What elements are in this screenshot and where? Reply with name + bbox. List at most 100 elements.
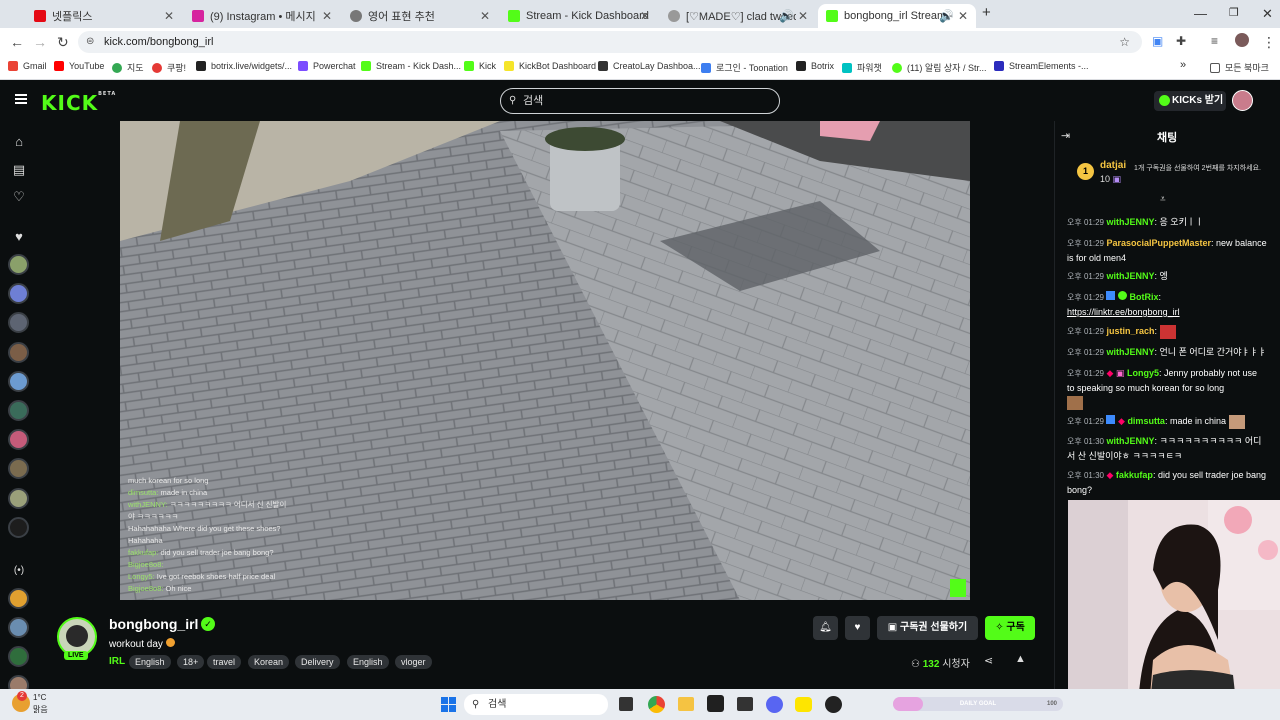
chrome-icon[interactable] xyxy=(648,696,665,713)
stream-tag[interactable]: Delivery xyxy=(295,655,340,669)
expand-leaderboard-icon[interactable]: ⩡ xyxy=(1160,194,1166,205)
discord-icon[interactable] xyxy=(766,696,783,713)
file-explorer-icon[interactable] xyxy=(678,697,694,711)
followed-channel-avatar[interactable] xyxy=(8,283,29,304)
obs-icon[interactable] xyxy=(825,696,842,713)
close-icon[interactable]: ✕ xyxy=(164,9,174,23)
gift-sub-button[interactable]: ▣ 구독권 선물하기 xyxy=(877,616,978,640)
stream-category[interactable]: IRL xyxy=(109,656,125,667)
browser-tab-kick-dashboard[interactable]: Stream - Kick Dashboard ✕ xyxy=(500,4,658,28)
recommended-channel-avatar[interactable] xyxy=(8,588,29,609)
followed-channel-avatar[interactable] xyxy=(8,517,29,538)
home-icon[interactable]: ⌂ xyxy=(9,134,29,149)
notification-bell-button[interactable]: 🔔︎ xyxy=(813,616,838,640)
collapse-chat-icon[interactable]: ⇥ xyxy=(1061,129,1070,142)
bookmark-kickbot[interactable]: KickBot Dashboard xyxy=(504,61,596,71)
close-window-icon[interactable]: ✕ xyxy=(1262,6,1273,22)
followed-channel-avatar[interactable] xyxy=(8,342,29,363)
subscribe-button[interactable]: ✧ 구독 xyxy=(985,616,1035,640)
followed-channel-avatar[interactable] xyxy=(8,458,29,479)
reload-icon[interactable]: ↻ xyxy=(57,34,69,51)
followed-channel-avatar[interactable] xyxy=(8,400,29,421)
new-tab-button[interactable]: + xyxy=(982,4,991,21)
windows-start-icon[interactable] xyxy=(441,697,456,712)
bookmark-creatolay[interactable]: CreatoLay Dashboa... xyxy=(598,61,701,71)
overlay-chat-line: Hahahaha xyxy=(128,536,163,545)
search-input[interactable]: ⚲ 검색 xyxy=(500,88,780,114)
followed-channel-avatar[interactable] xyxy=(8,429,29,450)
followed-channel-avatar[interactable] xyxy=(8,254,29,275)
forward-icon[interactable]: → xyxy=(33,34,47,50)
chat-link[interactable]: https://linktr.ee/bongbong_irl xyxy=(1067,307,1180,317)
bookmark-alertbox[interactable]: (11) 알림 상자 / Str... xyxy=(892,61,986,74)
taskbar-search-input[interactable]: ⚲ 검색 xyxy=(464,694,608,715)
task-view-icon[interactable] xyxy=(619,697,633,711)
recommended-channel-avatar[interactable] xyxy=(8,646,29,667)
bookmark-gmail[interactable]: Gmail xyxy=(8,61,47,71)
bookmark-streamelements[interactable]: StreamElements -... xyxy=(994,61,1089,71)
recommended-channel-avatar[interactable] xyxy=(8,617,29,638)
extensions-icon[interactable]: ✚ xyxy=(1176,34,1186,48)
stream-tag[interactable]: 18+ xyxy=(177,655,205,669)
bookmark-powerchat-kr[interactable]: 파워챗 xyxy=(842,61,882,74)
browser-tab-shop[interactable]: [♡MADE♡] clad tweed low sl 🔊 ✕ xyxy=(660,4,816,28)
share-icon[interactable]: ⋖ xyxy=(984,654,993,667)
kicks-button[interactable]: KICKs 받기 xyxy=(1154,91,1226,111)
kick-logo[interactable]: KICKBETA xyxy=(41,91,116,115)
bookmark-youtube[interactable]: YouTube xyxy=(54,61,104,71)
followed-channel-avatar[interactable] xyxy=(8,312,29,333)
close-icon[interactable]: ✕ xyxy=(798,9,808,23)
close-icon[interactable]: ✕ xyxy=(480,9,490,23)
channel-name[interactable]: bongbong_irl xyxy=(109,616,198,632)
terminal-app-icon[interactable] xyxy=(707,695,724,712)
speaker-icon[interactable]: 🔊 xyxy=(939,9,954,23)
bookmark-powerchat[interactable]: Powerchat xyxy=(298,61,356,71)
gift-icon: ▣ xyxy=(887,622,898,633)
leader-username[interactable]: datjai xyxy=(1100,160,1126,171)
bookmark-botrix[interactable]: Botrix xyxy=(796,61,834,71)
hamburger-menu-icon[interactable] xyxy=(15,94,27,104)
bookmark-maps[interactable]: 지도 xyxy=(112,61,144,74)
bookmark-kick[interactable]: Kick xyxy=(464,61,496,71)
stream-tag[interactable]: Korean xyxy=(248,655,290,669)
all-bookmarks-button[interactable]: 모든 북마크 xyxy=(1210,61,1269,74)
stream-tag[interactable]: travel xyxy=(207,655,242,669)
browser-tab-netflix[interactable]: 넷플릭스 ✕ xyxy=(26,4,182,28)
browser-tab-bongbong[interactable]: bongbong_irl Stream - Wa 🔊 ✕ xyxy=(818,4,976,28)
stream-tag[interactable]: English xyxy=(129,655,171,669)
close-icon[interactable]: ✕ xyxy=(640,9,650,23)
bookmark-toonation[interactable]: 로그인 - Toonation xyxy=(701,61,788,74)
media-icon[interactable]: ≡ xyxy=(1211,34,1218,48)
browser-tab-instagram[interactable]: (9) Instagram • 메시지 ✕ xyxy=(184,4,340,28)
bookmark-kick-dashboard[interactable]: Stream - Kick Dash... xyxy=(361,61,461,71)
console-icon[interactable] xyxy=(737,697,753,711)
url-input[interactable]: ⊜ kick.com/bongbong_irl ☆ xyxy=(78,31,1142,53)
bookmark-star-icon[interactable]: ☆ xyxy=(1119,31,1130,53)
followed-channel-avatar[interactable] xyxy=(8,488,29,509)
followed-channel-avatar[interactable] xyxy=(8,371,29,392)
bookmark-coupang[interactable]: 쿠팡! xyxy=(152,61,186,74)
stream-info-panel xyxy=(38,600,1054,689)
browser-tab-english[interactable]: 영어 표현 추천 ✕ xyxy=(342,4,498,28)
close-icon[interactable]: ✕ xyxy=(958,9,968,23)
bookmarks-overflow-button[interactable]: » xyxy=(1180,59,1186,71)
bookmark-botrix-widgets[interactable]: botrix.live/widgets/... xyxy=(196,61,292,71)
site-info-icon[interactable]: ⊜ xyxy=(86,31,94,53)
profile-avatar[interactable] xyxy=(1235,33,1249,47)
restore-icon[interactable]: ❐ xyxy=(1229,6,1239,19)
report-icon[interactable]: ▲ xyxy=(1015,653,1026,665)
close-icon[interactable]: ✕ xyxy=(322,9,332,23)
speaker-icon[interactable]: 🔊 xyxy=(779,9,794,23)
kakaotalk-icon[interactable] xyxy=(795,697,812,712)
cast-icon[interactable]: ▣ xyxy=(1152,34,1163,48)
follow-heart-button[interactable]: ♥ xyxy=(845,616,870,640)
back-icon[interactable]: ← xyxy=(10,34,24,50)
stream-tag[interactable]: vloger xyxy=(395,655,432,669)
overlay-chat-line: much korean for so long xyxy=(128,476,209,485)
user-avatar[interactable] xyxy=(1232,90,1253,111)
stream-tag[interactable]: English xyxy=(347,655,389,669)
minimize-icon[interactable]: — xyxy=(1194,6,1207,21)
menu-dots-icon[interactable]: ⋮ xyxy=(1262,34,1276,51)
browse-icon[interactable]: ▤ xyxy=(9,162,29,178)
following-heart-icon[interactable]: ♡ xyxy=(9,189,29,205)
